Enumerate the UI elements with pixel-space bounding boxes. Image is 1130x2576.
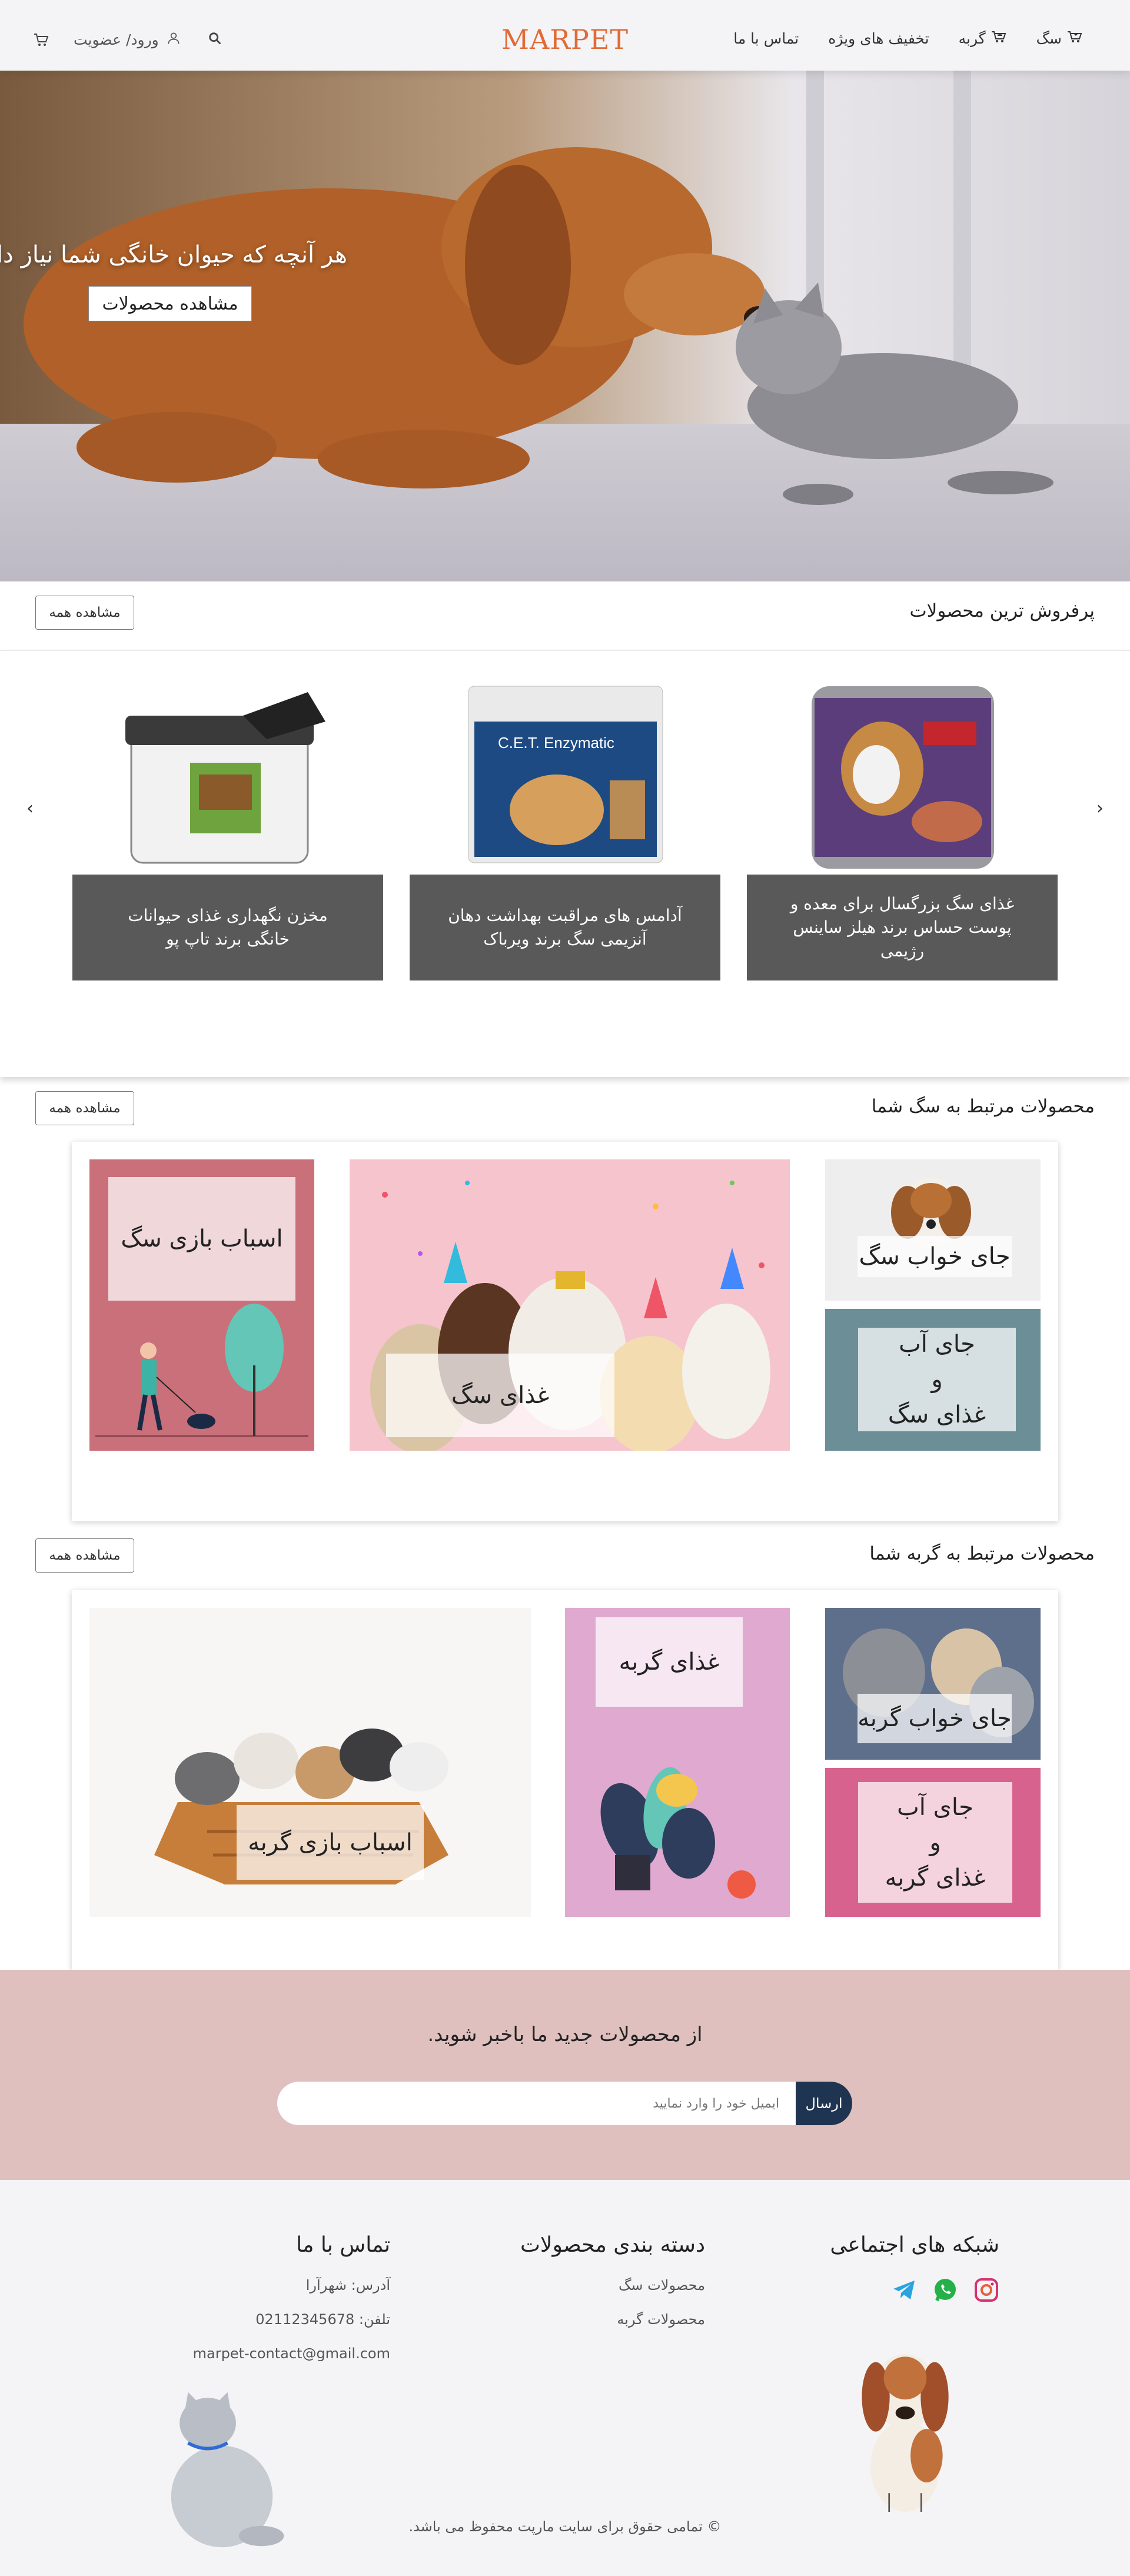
product-image-dental-chews: C.E.T. Enzymatic <box>410 674 720 875</box>
product-image-food-container <box>72 674 383 875</box>
product-name: آدامس های مراقبت بهداشت دهان آنزیمی سگ ب… <box>410 875 720 980</box>
cat-toys-tile[interactable]: اسباب بازی گربه <box>89 1608 531 1917</box>
main-nav: سگ گربه تخفیف های ویژه تماس با ما <box>733 29 1083 47</box>
newsletter-title: از محصولات جدید ما باخبر شوید. <box>427 2023 703 2046</box>
footer-contact-title: تماس با ما <box>296 2233 390 2257</box>
footer-categories-title: دسته بندی محصولات <box>520 2233 705 2257</box>
footer-contact: تماس با ما آدرس: شهرآرا تلفن: 0211234567… <box>193 2233 390 2379</box>
telegram-icon[interactable] <box>891 2277 917 2303</box>
dog-products-card: اسباب بازی سگ غذای سگ جای خواب سگ جای آب… <box>72 1142 1058 1521</box>
product-card[interactable]: مخزن نگهداری غذای حیوانات خانگی برند تاپ… <box>72 674 383 980</box>
cat-bed-tile[interactable]: جای خواب گربه <box>825 1608 1041 1760</box>
nav-cat[interactable]: گربه <box>959 29 1007 47</box>
cart-icon[interactable] <box>32 31 50 48</box>
dog-section-title: محصولات مرتبط به سگ شما <box>871 1096 1095 1117</box>
footer-copyright: © تمامی حقوق برای سایت مارپت محفوظ می با… <box>408 2518 722 2535</box>
cat-toys-label: اسباب بازی گربه <box>237 1805 424 1880</box>
dog-see-all-button[interactable]: مشاهده همه <box>35 1091 134 1125</box>
dog-bed-label: جای خواب سگ <box>858 1236 1012 1277</box>
best-sellers-carousel: ‹ › مخزن نگهداری غذای حیوانات خانگی برند… <box>0 650 1130 1077</box>
newsletter-email-input[interactable] <box>277 2082 796 2125</box>
nav-cat-label: گربه <box>958 29 986 47</box>
nav-dog[interactable]: سگ <box>1036 29 1083 47</box>
footer-social: شبکه های اجتماعی <box>830 2233 999 2517</box>
beagle-illustration <box>862 2354 949 2512</box>
site-footer: شبکه های اجتماعی دسته بندی محصولات محصول… <box>0 2180 1130 2576</box>
footer-address: آدرس: شهرآرا <box>305 2277 390 2294</box>
nav-contact[interactable]: تماس با ما <box>733 29 799 47</box>
footer-categories: دسته بندی محصولات محصولات سگ محصولات گرب… <box>520 2233 705 2345</box>
dog-food-tile[interactable]: غذای سگ <box>350 1159 790 1451</box>
cat-water-food-label: جای آب و غذای گربه <box>858 1782 1012 1903</box>
product-card[interactable]: غذای سگ بزرگسال برای معده و پوست حساس بر… <box>747 674 1058 980</box>
product-image-dog-food-can <box>747 674 1058 875</box>
product-name: غذای سگ بزرگسال برای معده و پوست حساس بر… <box>747 875 1058 980</box>
footer-social-title: شبکه های اجتماعی <box>830 2233 999 2257</box>
header-actions: ورود/ عضویت <box>32 31 225 48</box>
footer-link-dog-products[interactable]: محصولات سگ <box>520 2277 705 2294</box>
carousel-next-icon[interactable]: › <box>1096 798 1104 819</box>
cat-food-label: غذای گربه <box>596 1617 743 1707</box>
cat-bed-label: جای خواب گربه <box>858 1694 1012 1743</box>
nav-dog-label: سگ <box>1036 29 1062 47</box>
cat-water-food-tile[interactable]: جای آب و غذای گربه <box>825 1768 1041 1917</box>
login-register[interactable]: ورود/ عضویت <box>74 31 184 48</box>
dog-water-food-label: جای آب و غذای سگ <box>858 1328 1016 1431</box>
best-sellers-header: پرفروش ترین محصولات مشاهده همه <box>0 583 1130 641</box>
search-icon[interactable] <box>207 31 225 48</box>
best-sellers-see-all-button[interactable]: مشاهده همه <box>35 596 134 630</box>
hero-banner: هر آنچه که حیوان خانگی شما نیاز دارد مشا… <box>0 71 1130 581</box>
login-label: ورود/ عضویت <box>74 31 159 48</box>
nav-special-offers[interactable]: تخفیف های ویژه <box>828 29 929 47</box>
cat-food-tile[interactable]: غذای گربه <box>565 1608 790 1917</box>
hero-title: هر آنچه که حیوان خانگی شما نیاز دارد <box>0 241 347 268</box>
view-products-button[interactable]: مشاهده محصولات <box>88 286 252 321</box>
cat-section-title: محصولات مرتبط به گربه شما <box>869 1543 1095 1564</box>
cat-cart-icon <box>991 29 1007 47</box>
dog-toys-tile[interactable]: اسباب بازی سگ <box>89 1159 314 1451</box>
best-sellers-title: پرفروش ترین محصولات <box>909 600 1095 621</box>
instagram-icon[interactable] <box>973 2277 999 2303</box>
newsletter-send-button[interactable]: ارسال <box>796 2082 852 2125</box>
dog-section-header: محصولات مرتبط به سگ شما مشاهده همه <box>0 1078 1130 1137</box>
site-header: MARPET سگ گربه تخفیف های ویژه تماس با ما… <box>0 0 1130 71</box>
dog-water-food-tile[interactable]: جای آب و غذای سگ <box>825 1309 1041 1451</box>
cat-products-card: اسباب بازی گربه غذای گربه جای خواب گربه … <box>72 1590 1058 1970</box>
dog-cart-icon <box>1066 29 1083 47</box>
product-card[interactable]: C.E.T. Enzymatic آدامس های مراقبت بهداشت… <box>410 674 720 980</box>
dog-toys-label: اسباب بازی سگ <box>108 1177 295 1301</box>
newsletter-form: ارسال <box>277 2082 852 2125</box>
footer-email[interactable]: marpet-contact@gmail.com <box>193 2345 390 2362</box>
user-icon <box>166 31 184 48</box>
whatsapp-icon[interactable] <box>932 2277 958 2303</box>
svg-text:C.E.T. Enzymatic: C.E.T. Enzymatic <box>498 734 614 752</box>
nav-contact-label: تماس با ما <box>733 29 799 47</box>
cat-section-header: محصولات مرتبط به گربه شما مشاهده همه <box>0 1525 1130 1584</box>
carousel-prev-icon[interactable]: ‹ <box>26 798 34 819</box>
dog-food-label: غذای سگ <box>386 1354 614 1437</box>
social-icons <box>830 2277 999 2303</box>
hero-image <box>0 71 1130 581</box>
dog-bed-tile[interactable]: جای خواب سگ <box>825 1159 1041 1301</box>
nav-special-offers-label: تخفیف های ویژه <box>828 29 929 47</box>
footer-link-cat-products[interactable]: محصولات گربه <box>520 2311 705 2328</box>
product-name: مخزن نگهداری غذای حیوانات خانگی برند تاپ… <box>72 875 383 980</box>
cat-see-all-button[interactable]: مشاهده همه <box>35 1538 134 1573</box>
newsletter-section: از محصولات جدید ما باخبر شوید. ارسال <box>0 1970 1130 2180</box>
footer-phone: تلفن: 02112345678 <box>255 2311 390 2328</box>
